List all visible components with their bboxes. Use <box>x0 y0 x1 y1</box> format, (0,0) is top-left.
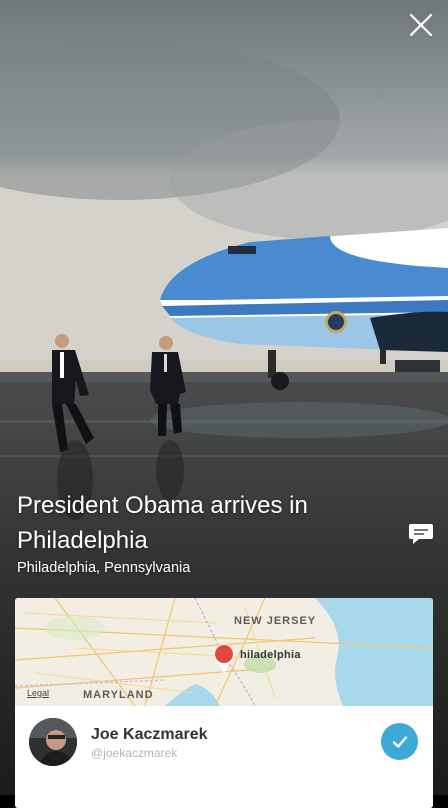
author-row[interactable]: Joe Kaczmarek @joekaczmarek <box>15 706 433 808</box>
map-label-new-jersey: NEW JERSEY <box>234 615 317 627</box>
close-icon <box>409 13 433 37</box>
story-location: Philadelphia, Pennsylvania <box>17 560 191 576</box>
map-legal-link[interactable]: Legal <box>27 688 49 698</box>
checkmark-icon <box>392 735 407 748</box>
story-card: NEW JERSEY hiladelphia MARYLAND Legal Jo… <box>15 598 433 808</box>
map-pin-icon <box>214 644 234 674</box>
author-handle: @joekaczmarek <box>91 746 178 760</box>
comment-button[interactable] <box>407 520 435 548</box>
author-name[interactable]: Joe Kaczmarek <box>91 726 208 744</box>
location-map[interactable]: NEW JERSEY hiladelphia MARYLAND Legal <box>15 598 433 707</box>
follow-button[interactable] <box>381 723 418 760</box>
close-button[interactable] <box>404 8 438 42</box>
avatar[interactable] <box>29 718 77 766</box>
map-label-philadelphia: hiladelphia <box>240 649 301 661</box>
comment-icon <box>409 524 433 544</box>
map-label-maryland: MARYLAND <box>83 689 154 701</box>
story-title: President Obama arrives in Philadelphia <box>17 492 308 554</box>
